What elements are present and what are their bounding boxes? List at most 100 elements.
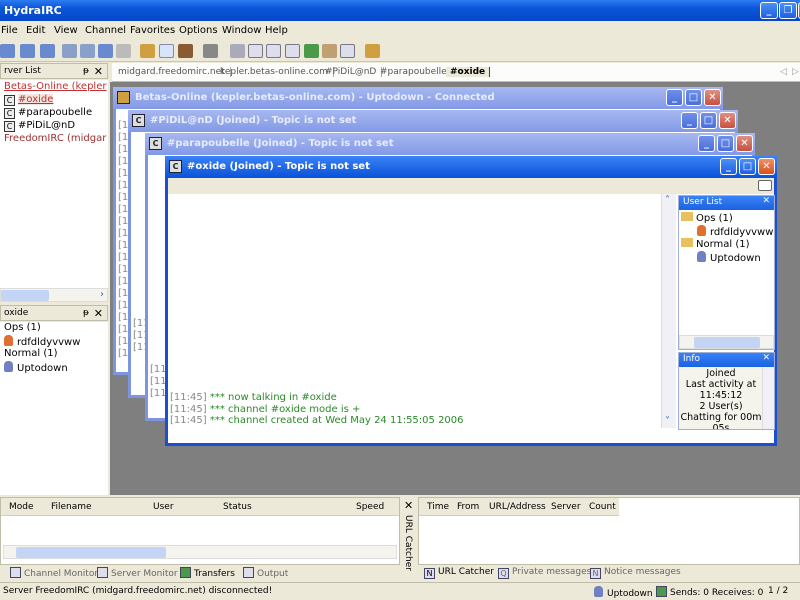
maximize-button[interactable]: □ xyxy=(739,158,756,175)
user-list-scrollbar[interactable] xyxy=(679,335,774,349)
close-button[interactable]: ✕ xyxy=(719,112,736,129)
arrow-down-icon[interactable]: ˅ xyxy=(665,416,670,427)
column-header[interactable]: Status xyxy=(223,502,252,512)
tab-midgard[interactable]: midgard.freedomirc.net xyxy=(118,67,231,77)
search-icon[interactable] xyxy=(159,44,174,58)
tile-vertical-icon[interactable] xyxy=(80,44,95,58)
menu-window[interactable]: Window xyxy=(222,25,261,36)
user-list-panel: User List ✕ Ops (1) rdfdldyvvww Normal (1… xyxy=(678,195,775,350)
column-header[interactable]: Time xyxy=(427,502,449,512)
minimize-button[interactable]: _ xyxy=(698,135,715,152)
transfers-icon[interactable] xyxy=(304,44,319,58)
tab-kepler[interactable]: kepler.betas-online.com xyxy=(220,67,334,77)
user-item[interactable]: rdfdldyvvww xyxy=(4,335,108,348)
user-item[interactable]: Uptodown xyxy=(681,251,774,264)
options-button[interactable] xyxy=(758,180,772,191)
group-ops[interactable]: Ops (1) xyxy=(681,212,774,225)
column-header[interactable]: Speed xyxy=(356,502,384,512)
channel-item[interactable]: C #PiDiL@nD xyxy=(0,120,108,133)
channel-item[interactable]: C #parapoubelle xyxy=(0,107,108,120)
column-header[interactable]: URL/Address xyxy=(489,502,546,512)
timestamp: [11:45] xyxy=(170,392,207,403)
column-header[interactable]: Mode xyxy=(9,502,34,512)
connect-icon[interactable] xyxy=(0,44,15,58)
menu-channel[interactable]: Channel xyxy=(85,25,126,36)
transfers-scrollbar[interactable] xyxy=(3,545,397,559)
maximize-button[interactable]: □ xyxy=(700,112,717,129)
maximize-button[interactable]: □ xyxy=(717,135,734,152)
menu-options[interactable]: Options xyxy=(179,25,218,36)
channel-item[interactable]: C #oxide xyxy=(0,94,108,107)
arrow-right-icon[interactable]: › xyxy=(100,289,104,300)
tab-pidiland[interactable]: #PiDiL@nD xyxy=(325,67,383,77)
menu-file[interactable]: File xyxy=(1,25,18,36)
window-icon[interactable] xyxy=(62,44,77,58)
settings-icon[interactable] xyxy=(203,44,218,58)
server-item[interactable]: FreedomIRC (midgar xyxy=(0,133,108,146)
close-icon[interactable]: ✕ xyxy=(762,353,770,363)
pin-icon[interactable]: ᵽ xyxy=(83,308,89,318)
tab-parapoubelle[interactable]: #parapoubelle xyxy=(380,67,453,77)
tab-channel-monitor[interactable]: Channel Monitor xyxy=(10,567,98,579)
server-monitor-icon[interactable] xyxy=(266,44,281,58)
close-button[interactable]: ✕ xyxy=(758,158,775,175)
group-normal[interactable]: Normal (1) xyxy=(681,238,774,251)
tab-transfers[interactable]: Transfers xyxy=(180,567,235,579)
column-header[interactable]: Server xyxy=(551,502,581,512)
minimize-button[interactable]: _ xyxy=(760,2,778,19)
tab-output[interactable]: Output xyxy=(243,567,288,579)
channel-window-oxide[interactable]: C #oxide (Joined) - Topic is not set _ □ ✕ … xyxy=(165,156,777,446)
tab-oxide[interactable]: #oxide xyxy=(446,67,491,77)
tab-url-catcher[interactable]: N URL Catcher xyxy=(424,567,494,579)
channel-list-icon[interactable] xyxy=(285,44,300,58)
column-header[interactable]: Count xyxy=(589,502,616,512)
menu-help[interactable]: Help xyxy=(265,25,288,36)
user-item[interactable]: rdfdldyvvww xyxy=(681,225,774,238)
tab-server-monitor[interactable]: Server Monitor xyxy=(97,567,178,579)
server-item[interactable]: Betas-Online (kepler xyxy=(0,81,108,94)
info-scrollbar[interactable] xyxy=(762,367,774,429)
chat-scrollbar[interactable]: ˄ ˅ xyxy=(661,194,676,428)
close-icon[interactable]: ✕ xyxy=(94,307,103,320)
tab-notice-messages[interactable]: N Notice messages xyxy=(590,567,681,579)
menu-edit[interactable]: Edit xyxy=(26,25,45,36)
url-catcher-dock[interactable]: ✕ URL Catcher xyxy=(401,497,417,582)
pin-icon[interactable]: ᵽ xyxy=(83,66,89,76)
users-icon[interactable] xyxy=(140,44,155,58)
plugin-icon[interactable] xyxy=(365,44,380,58)
log-icon[interactable] xyxy=(340,44,355,58)
minimize-button[interactable]: _ xyxy=(666,89,683,106)
channel-monitor-icon[interactable] xyxy=(230,44,245,58)
column-header[interactable]: User xyxy=(153,502,174,512)
server-list-scrollbar[interactable]: › xyxy=(0,288,108,302)
maximize-button[interactable]: □ xyxy=(685,89,702,106)
tab-scroll-left-icon[interactable]: ◁ xyxy=(780,67,792,77)
close-icon[interactable]: ✕ xyxy=(94,65,103,78)
close-button[interactable]: ✕ xyxy=(704,89,721,106)
close-icon[interactable]: ✕ xyxy=(404,499,413,512)
notes-icon[interactable] xyxy=(322,44,337,58)
tab-private-messages[interactable]: Q Private messages xyxy=(498,567,591,579)
disconnect-icon[interactable] xyxy=(40,44,55,58)
arrow-up-icon[interactable]: ˄ xyxy=(665,195,670,206)
panel-title: oxide xyxy=(4,308,29,318)
tile-horizontal-icon[interactable] xyxy=(98,44,113,58)
user-item[interactable]: Uptodown xyxy=(4,361,108,374)
favorites-icon[interactable] xyxy=(178,44,193,58)
status-transfers: Sends: 0 Receives: 0 xyxy=(656,586,763,598)
close-button[interactable]: ✕ xyxy=(736,135,753,152)
reconnect-icon[interactable] xyxy=(20,44,35,58)
message: *** now talking in #oxide xyxy=(209,392,337,403)
minimize-button[interactable]: _ xyxy=(681,112,698,129)
tab-scroll-right-icon[interactable]: ▷ xyxy=(792,67,800,77)
info-header: Info ✕ xyxy=(679,353,774,367)
menu-favorites[interactable]: Favorites xyxy=(130,25,175,36)
restore-button[interactable]: ❐ xyxy=(779,2,797,19)
menu-view[interactable]: View xyxy=(54,25,78,36)
close-icon[interactable]: ✕ xyxy=(762,196,770,206)
minimize-button[interactable]: _ xyxy=(720,158,737,175)
cascade-icon[interactable] xyxy=(116,44,131,58)
output-icon[interactable] xyxy=(248,44,263,58)
column-header[interactable]: From xyxy=(457,502,479,512)
column-header[interactable]: Filename xyxy=(51,502,92,512)
